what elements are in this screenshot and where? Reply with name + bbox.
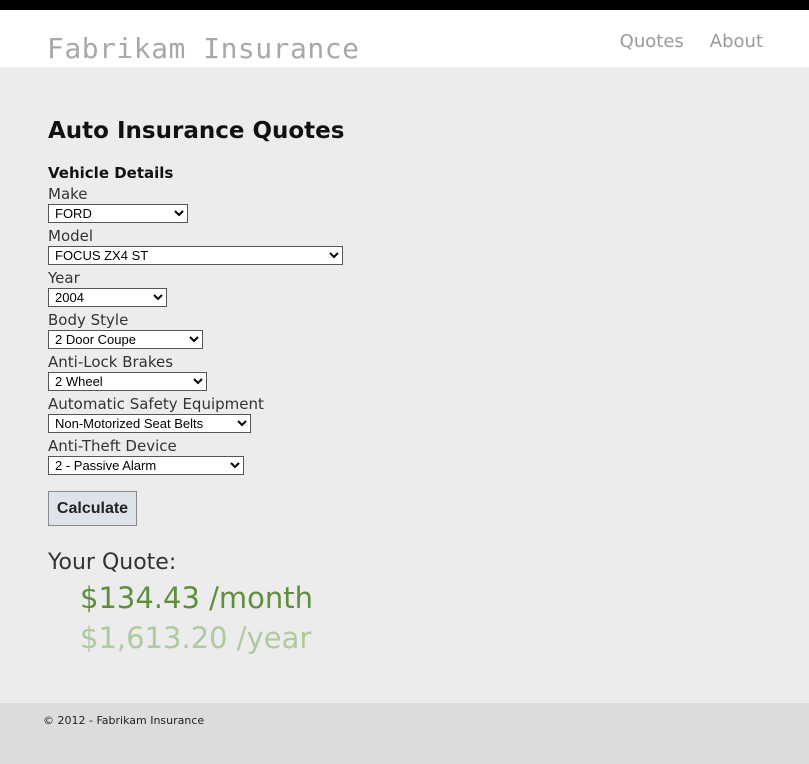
quote-monthly-value: $134.43 /month: [80, 581, 314, 615]
body-style-field: Body Style 2 Door Coupe: [48, 310, 768, 349]
anti-theft-field: Anti-Theft Device 2 - Passive Alarm: [48, 436, 768, 475]
quote-label: Your Quote:: [48, 550, 177, 575]
quote-yearly-value: $1,613.20 /year: [80, 621, 312, 655]
site-footer: © 2012 - Fabrikam Insurance: [0, 703, 809, 764]
footer-copyright: © 2012 - Fabrikam Insurance: [43, 714, 205, 727]
anti-lock-brakes-field: Anti-Lock Brakes 2 Wheel: [48, 352, 768, 391]
site-title[interactable]: Fabrikam Insurance: [47, 32, 359, 65]
body-style-label: Body Style: [48, 311, 129, 329]
model-field: Model FOCUS ZX4 ST: [48, 226, 768, 265]
safety-equipment-field: Automatic Safety Equipment Non-Motorized…: [48, 394, 768, 433]
year-label: Year: [48, 269, 80, 287]
body-style-select[interactable]: 2 Door Coupe: [48, 330, 203, 349]
main-nav: Quotes About: [620, 31, 763, 52]
anti-theft-select[interactable]: 2 - Passive Alarm: [48, 456, 244, 475]
calculate-button[interactable]: Calculate: [48, 491, 137, 526]
top-bar: [0, 0, 809, 10]
model-label: Model: [48, 227, 94, 245]
safety-equipment-select[interactable]: Non-Motorized Seat Belts: [48, 414, 251, 433]
anti-lock-brakes-select[interactable]: 2 Wheel: [48, 372, 207, 391]
safety-equipment-label: Automatic Safety Equipment: [48, 395, 264, 413]
page-title: Auto Insurance Quotes: [48, 118, 345, 144]
section-title: Vehicle Details: [48, 164, 174, 182]
make-label: Make: [48, 185, 88, 203]
make-select[interactable]: FORD: [48, 204, 188, 223]
model-select[interactable]: FOCUS ZX4 ST: [48, 246, 343, 265]
nav-link-about[interactable]: About: [710, 31, 763, 52]
nav-link-quotes[interactable]: Quotes: [620, 31, 684, 52]
anti-lock-brakes-label: Anti-Lock Brakes: [48, 353, 174, 371]
year-field: Year 2004: [48, 268, 768, 307]
anti-theft-label: Anti-Theft Device: [48, 437, 177, 455]
make-field: Make FORD: [48, 184, 768, 223]
main-content: Auto Insurance Quotes Vehicle Details Ma…: [48, 118, 768, 655]
site-header: Fabrikam Insurance Quotes About: [0, 10, 809, 67]
year-select[interactable]: 2004: [48, 288, 167, 307]
